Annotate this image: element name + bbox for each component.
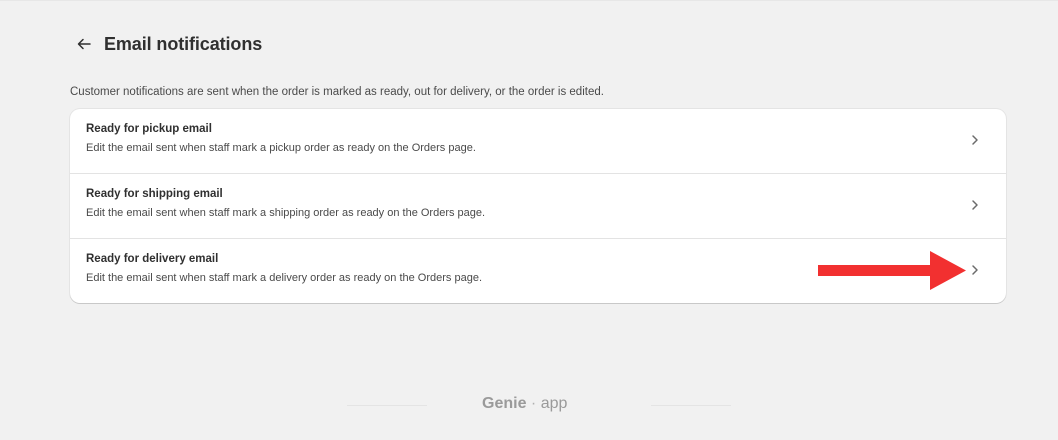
notification-title: Ready for delivery email: [86, 253, 219, 265]
notification-description: Edit the email sent when staff mark a de…: [86, 272, 482, 284]
back-button[interactable]: [74, 33, 94, 55]
chevron-right-icon[interactable]: [970, 132, 980, 148]
footer-divider-left: [347, 405, 427, 406]
notification-description: Edit the email sent when staff mark a pi…: [86, 142, 476, 154]
footer-divider-right: [651, 405, 731, 406]
brand-separator: ·: [530, 395, 537, 412]
brand-suffix: app: [540, 395, 568, 412]
top-divider: [0, 0, 1058, 1]
notification-title: Ready for pickup email: [86, 123, 212, 135]
brand-logo: Genie · app: [482, 395, 567, 413]
page-header: Email notifications: [74, 33, 262, 55]
notification-title: Ready for shipping email: [86, 188, 223, 200]
red-arrow-icon: [818, 251, 966, 290]
notification-row-shipping[interactable]: Ready for shipping email Edit the email …: [70, 174, 1006, 239]
footer: Genie · app: [0, 394, 1058, 418]
notification-row-pickup[interactable]: Ready for pickup email Edit the email se…: [70, 109, 1006, 174]
chevron-right-icon[interactable]: [970, 262, 980, 278]
page-description: Customer notifications are sent when the…: [70, 86, 604, 98]
chevron-right-icon[interactable]: [970, 197, 980, 213]
page-title: Email notifications: [104, 33, 263, 54]
brand-name: Genie: [482, 395, 527, 412]
arrow-left-icon: [77, 38, 91, 50]
notification-description: Edit the email sent when staff mark a sh…: [86, 207, 486, 219]
